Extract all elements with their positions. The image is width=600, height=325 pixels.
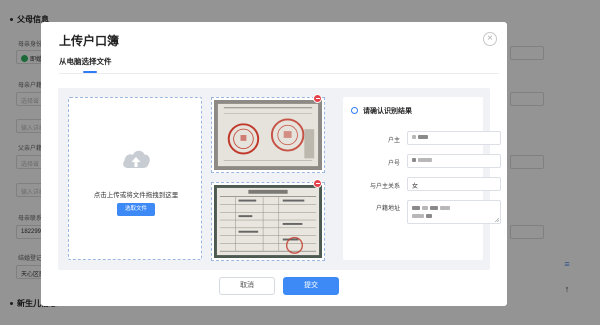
uploaded-image-1[interactable] [211, 94, 325, 173]
recognition-result-panel: 请确认识别结果 户主 户号 与户主关系 女 户籍地址 [343, 97, 501, 260]
cancel-button[interactable]: 取消 [219, 277, 275, 295]
dropzone-text: 点击上传或将文件拖拽到这里 [93, 192, 179, 199]
modal-title: 上传户口簿 [59, 34, 120, 48]
tab-from-computer[interactable]: 从电脑选择文件 [59, 56, 112, 67]
file-dropzone[interactable]: 点击上传或将文件拖拽到这里 选取文件 [68, 97, 202, 260]
upload-household-modal: 上传户口簿 × 从电脑选择文件 点击上传或将文件拖拽到这里 选取文件 请确认识别… [41, 22, 507, 306]
field-textarea-address[interactable] [407, 200, 501, 224]
field-label-household-number: 户号 [387, 161, 400, 167]
field-label-address: 户籍地址 [375, 206, 400, 212]
result-title-text: 请确认识别结果 [363, 108, 412, 115]
remove-image-1-icon[interactable] [313, 94, 322, 103]
household-page-form-image [214, 185, 322, 258]
field-input-head[interactable] [407, 131, 501, 145]
household-page-stamp-image [214, 100, 322, 170]
submit-button[interactable]: 提交 [283, 277, 339, 295]
resize-handle-icon[interactable] [495, 218, 499, 222]
masked-address-line-2 [412, 213, 434, 220]
result-title: 请确认识别结果 [351, 106, 412, 116]
field-label-head: 户主 [387, 138, 400, 144]
masked-text [418, 135, 428, 140]
field-input-relation[interactable]: 女 [407, 177, 501, 191]
uploaded-image-2[interactable] [211, 179, 325, 261]
masked-text [412, 158, 416, 163]
cloud-upload-icon [123, 150, 150, 168]
upload-content-area: 点击上传或将文件拖拽到这里 选取文件 请确认识别结果 户主 户号 与户主关系 女… [58, 88, 501, 270]
masked-text [412, 135, 416, 140]
field-label-relation: 与户主关系 [369, 184, 400, 190]
masked-text [418, 158, 432, 163]
tab-divider [59, 73, 499, 74]
close-icon[interactable]: × [483, 32, 497, 46]
radio-circle-icon [351, 107, 358, 114]
remove-image-2-icon[interactable] [313, 179, 322, 188]
field-input-household-number[interactable] [407, 154, 501, 168]
masked-address-line-1 [412, 205, 452, 212]
pick-file-button[interactable]: 选取文件 [117, 203, 155, 216]
